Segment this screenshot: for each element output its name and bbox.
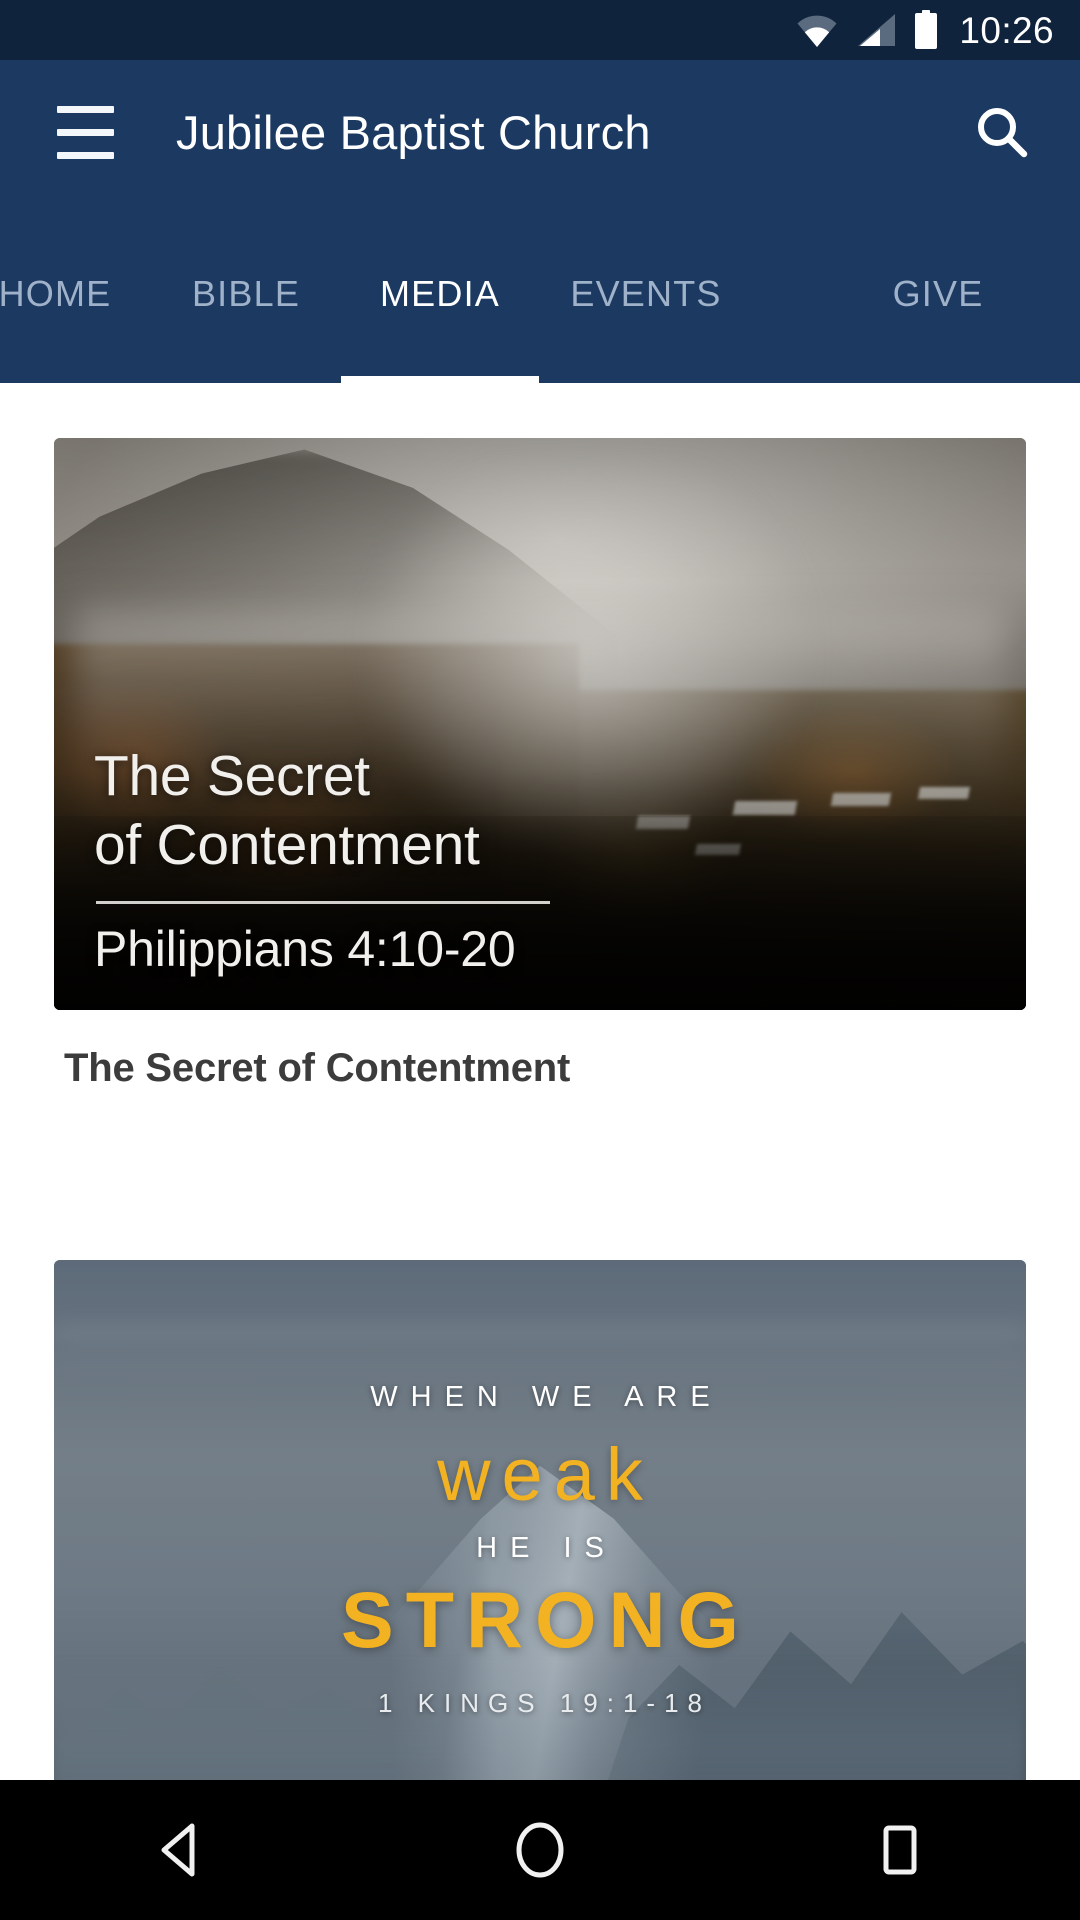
search-icon[interactable]: [948, 78, 1058, 188]
thumb2-line3: HE IS: [476, 1531, 617, 1564]
wifi-icon: [797, 15, 837, 47]
tab-bible-label: BIBLE: [191, 273, 301, 314]
thumb2-scripture-reference: 1 KINGS 19:1-18: [378, 1687, 711, 1718]
thumb1-scripture-reference: Philippians 4:10-20: [94, 921, 516, 977]
status-icon-group: [795, 10, 939, 50]
tab-events-label: EVENTS: [570, 273, 722, 314]
back-triangle-icon[interactable]: [100, 1780, 260, 1920]
tab-media-label: MEDIA: [379, 273, 500, 314]
tab-give-label: GIVE: [892, 273, 984, 314]
thumb1-divider: [96, 901, 550, 904]
media-thumbnail-2[interactable]: WHEN WE ARE weak HE IS STRONG 1 KINGS 19…: [54, 1260, 1026, 1780]
battery-icon: [915, 10, 938, 49]
thumb2-line4: STRONG: [341, 1574, 751, 1664]
thumb2-line1: WHEN WE ARE: [370, 1381, 723, 1414]
hamburger-menu-icon[interactable]: [30, 78, 140, 188]
thumb2-line2: weak: [437, 1433, 654, 1517]
thumb1-title-line1: The Secret: [94, 743, 370, 808]
phone-screen: 10:26 Jubilee Baptist Church HOME BIBLE …: [0, 0, 1080, 1920]
menu-bar-1: [56, 106, 114, 113]
status-bar: 10:26: [0, 0, 1080, 60]
page-title: Jubilee Baptist Church: [176, 106, 651, 159]
thumb1-title-line2: of Contentment: [94, 813, 480, 878]
app-bar: Jubilee Baptist Church HOME BIBLE MEDIA: [0, 60, 1080, 383]
status-time: 10:26: [959, 9, 1054, 51]
thumb1-overlay-text: The Secret of Contentment Philippians 4:…: [94, 742, 734, 978]
cellular-signal-icon: [858, 14, 896, 46]
recents-square-icon[interactable]: [820, 1780, 980, 1920]
android-navigation-bar: [0, 1780, 1080, 1920]
menu-bar-2: [56, 129, 114, 136]
home-circle-icon[interactable]: [460, 1780, 620, 1920]
media-card-2[interactable]: WHEN WE ARE weak HE IS STRONG 1 KINGS 19…: [54, 1260, 1026, 1780]
menu-bar-3: [56, 152, 114, 159]
tab-bar: HOME BIBLE MEDIA EVENTS GIVE: [0, 205, 1080, 383]
media-card-1[interactable]: The Secret of Contentment Philippians 4:…: [54, 438, 1026, 1091]
app-bar-top-row: Jubilee Baptist Church: [0, 60, 1080, 205]
media-card-1-caption: The Secret of Contentment: [64, 1046, 571, 1090]
tab-give[interactable]: GIVE: [748, 205, 1080, 383]
tab-home-label: HOME: [0, 273, 112, 314]
media-list[interactable]: The Secret of Contentment Philippians 4:…: [0, 383, 1080, 1780]
thumb2-overlay-text: WHEN WE ARE weak HE IS STRONG 1 KINGS 19…: [54, 1260, 1026, 1780]
media-thumbnail-1[interactable]: The Secret of Contentment Philippians 4:…: [54, 438, 1026, 1010]
